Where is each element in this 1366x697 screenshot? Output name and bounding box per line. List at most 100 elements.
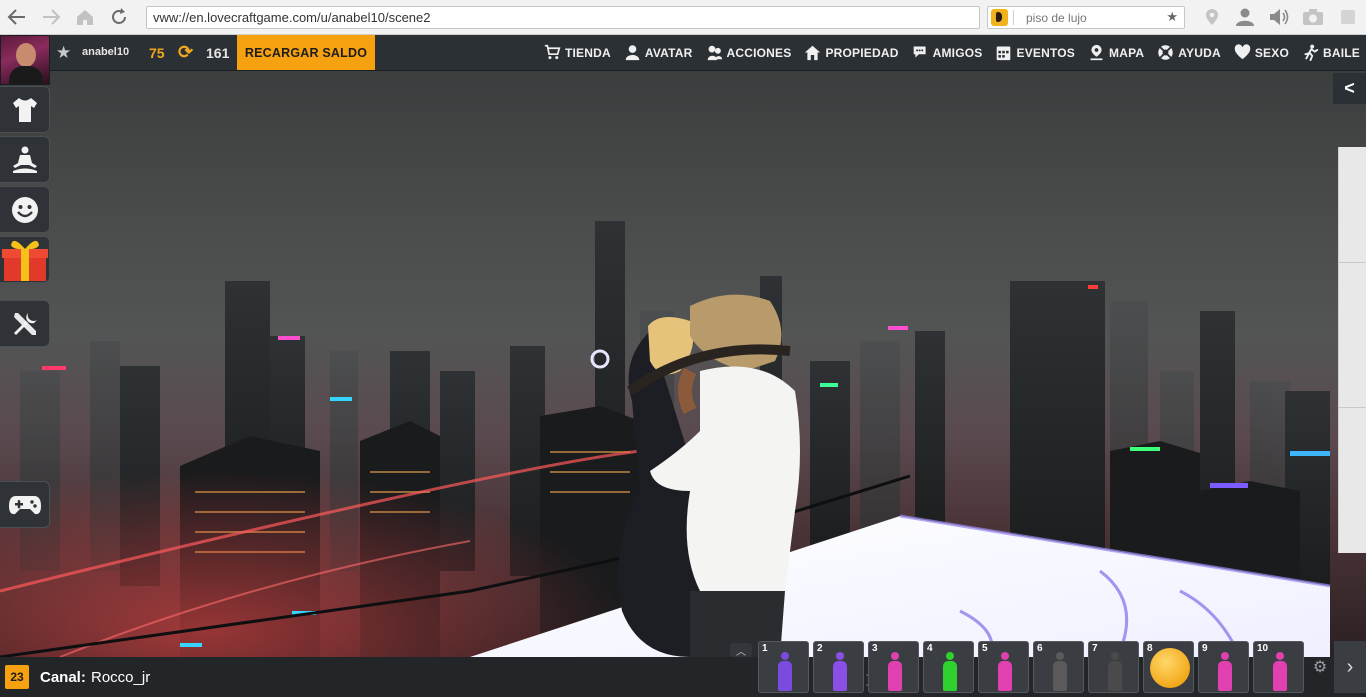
exchange-icon[interactable]: ⟳ <box>178 42 193 63</box>
gift-icon <box>1 240 48 281</box>
lifebuoy-icon <box>1158 45 1173 60</box>
slot-number: 2 <box>817 643 823 654</box>
menu-item-sexo[interactable]: SEXO <box>1234 44 1289 61</box>
search-input[interactable]: piso de lujo <box>1026 11 1087 25</box>
tray-settings-icon[interactable]: ⚙ <box>1307 645 1333 689</box>
slot-number: 10 <box>1257 643 1269 654</box>
menu-item-propiedad[interactable]: PROPIEDAD <box>804 44 898 61</box>
menu-item-amigos[interactable]: AMIGOS <box>912 44 983 61</box>
animation-slot[interactable]: 9 <box>1198 641 1249 693</box>
avatar[interactable] <box>0 35 50 85</box>
animation-slot[interactable]: 5 <box>978 641 1029 693</box>
slot-number: 5 <box>982 643 988 654</box>
menu-item-mapa[interactable]: MAPA <box>1088 44 1144 61</box>
house-icon <box>805 45 821 61</box>
game-scene[interactable] <box>0 71 1366 657</box>
slot-number: 7 <box>1092 643 1098 654</box>
profile-icon[interactable] <box>1233 6 1257 28</box>
animation-slot[interactable]: 7 <box>1088 641 1139 693</box>
avatar-pose-icon <box>885 652 905 692</box>
map-pin-icon <box>1090 44 1103 61</box>
menu-item-avatar[interactable]: AVATAR <box>624 44 693 61</box>
animation-slot[interactable]: 2 <box>813 641 864 693</box>
favorite-star-icon[interactable]: ★ <box>56 43 71 63</box>
gold-balance: 75 <box>149 45 165 61</box>
silver-balance: 161 <box>206 45 230 61</box>
search-engine-icon[interactable] <box>991 9 1008 26</box>
menu-item-tienda[interactable]: TIENDA <box>544 44 611 61</box>
main-menu: TIENDA AVATAR ACCIONES PROPIEDAD AMIGOS … <box>544 35 1360 70</box>
tools-icon <box>13 312 37 335</box>
heart-icon <box>1234 44 1251 60</box>
avatar-pose-icon <box>1270 652 1290 692</box>
channel-count-badge[interactable]: 23 <box>5 665 29 689</box>
menu-item-ayuda[interactable]: AYUDA <box>1157 44 1221 61</box>
extension-icon[interactable] <box>1336 6 1360 28</box>
animation-slot[interactable]: 3 <box>868 641 919 693</box>
menu-label: ACCIONES <box>726 45 792 60</box>
menu-label: TIENDA <box>564 45 611 60</box>
recharge-button[interactable]: RECARGAR SALDO <box>237 35 375 70</box>
tray-toggle-icon[interactable]: ︿ <box>730 643 752 658</box>
menu-label: BAILE <box>1323 45 1360 60</box>
browser-toolbar: vww://en.lovecraftgame.com/u/anabel10/sc… <box>0 0 1366 35</box>
side-panel <box>1338 147 1366 553</box>
bookmark-star-icon[interactable]: ★ <box>1166 9 1178 25</box>
tool-pose-button[interactable] <box>0 136 50 183</box>
slot-number: 1 <box>762 643 768 654</box>
avatar-pose-icon <box>1215 652 1235 692</box>
camera-icon[interactable] <box>1301 6 1325 28</box>
avatar-pose-icon <box>940 652 960 692</box>
smiley-icon <box>11 196 38 223</box>
actions-icon <box>707 45 722 61</box>
avatar-pose-icon <box>830 652 850 692</box>
tool-games-button[interactable] <box>0 481 50 528</box>
address-bar[interactable]: vww://en.lovecraftgame.com/u/anabel10/sc… <box>146 6 980 29</box>
friends-icon <box>913 46 926 58</box>
menu-label: AYUDA <box>1178 45 1221 60</box>
calendar-icon <box>997 46 1011 61</box>
emoji-face-icon <box>1150 648 1190 688</box>
menu-label: AVATAR <box>644 45 693 60</box>
slot-number: 8 <box>1147 643 1153 654</box>
tool-gifts-button[interactable] <box>0 236 50 283</box>
slot-number: 3 <box>872 643 878 654</box>
collapse-panel-button[interactable]: < <box>1333 73 1366 104</box>
cart-icon <box>544 44 561 60</box>
tool-wardrobe-button[interactable] <box>0 86 50 133</box>
animation-slot[interactable]: 4 <box>923 641 974 693</box>
tool-emotions-button[interactable] <box>0 186 50 233</box>
home-icon[interactable] <box>74 6 96 28</box>
animation-slot[interactable]: 6 <box>1033 641 1084 693</box>
browser-search-box[interactable]: piso de lujo ★ <box>987 6 1185 29</box>
gamepad-icon <box>8 495 41 514</box>
menu-item-baile[interactable]: BAILE <box>1302 44 1360 61</box>
back-arrow-icon[interactable] <box>6 6 28 28</box>
dance-icon <box>1304 44 1319 61</box>
speaker-icon[interactable] <box>1268 6 1292 28</box>
slot-number: 6 <box>1037 643 1043 654</box>
location-icon[interactable] <box>1200 6 1224 28</box>
menu-item-eventos[interactable]: EVENTOS <box>995 44 1075 61</box>
forward-arrow-icon[interactable] <box>40 6 62 28</box>
avatar-pose-icon <box>995 652 1015 692</box>
menu-label: EVENTOS <box>1016 45 1076 60</box>
menu-label: MAPA <box>1109 45 1145 60</box>
avatar-pose-icon <box>775 652 795 692</box>
animation-slot[interactable]: 8 <box>1143 641 1194 693</box>
city-scene-illustration <box>0 221 1331 657</box>
tray-next-button[interactable]: › <box>1334 641 1366 693</box>
avatar-pose-icon <box>1050 652 1070 692</box>
channel-label: Canal: <box>40 669 86 686</box>
shirt-icon <box>12 97 37 122</box>
channel-name[interactable]: Rocco_jr <box>91 669 150 686</box>
menu-item-acciones[interactable]: ACCIONES <box>706 44 792 61</box>
reload-icon[interactable] <box>108 6 130 28</box>
tool-settings-button[interactable] <box>0 300 50 347</box>
animation-slot[interactable]: 1 <box>758 641 809 693</box>
person-icon <box>625 45 640 61</box>
animation-slot[interactable]: 10 <box>1253 641 1304 693</box>
username[interactable]: anabel10 <box>82 46 129 58</box>
menu-label: AMIGOS <box>932 45 983 60</box>
slot-number: 9 <box>1202 643 1208 654</box>
